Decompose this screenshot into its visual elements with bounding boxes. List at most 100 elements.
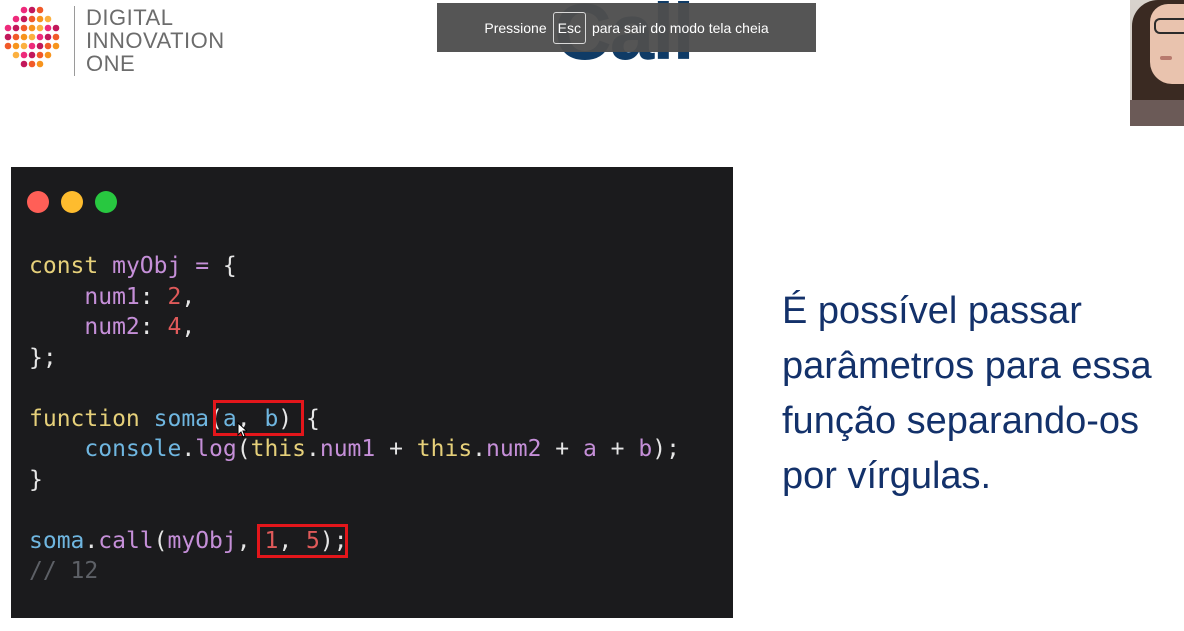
code-token: . (181, 436, 196, 462)
logo-line-1: DIGITAL (86, 5, 174, 30)
code-token: + (596, 436, 639, 462)
code-token: this (416, 436, 473, 462)
logo-dot (28, 15, 36, 23)
code-token: . (84, 527, 99, 554)
webcam-person-face (1150, 4, 1184, 84)
code-token: ( (153, 527, 168, 554)
code-token: ( (236, 436, 251, 462)
logo-dot (20, 51, 28, 59)
code-token: : (139, 283, 168, 310)
slide-description: É possível passar parâmetros para essa f… (782, 284, 1182, 504)
dio-logo-icon (4, 6, 60, 68)
esc-key-badge: Esc (552, 11, 586, 44)
logo-dot (36, 24, 44, 32)
logo-dot (36, 33, 44, 41)
logo-dot (20, 15, 28, 23)
code-line: // 12 (29, 556, 680, 587)
logo-dot (12, 24, 20, 32)
maximize-dot-icon (95, 191, 117, 213)
webcam-person-shirt (1130, 100, 1184, 126)
logo-divider (74, 6, 75, 76)
toast-text-before: Pressione (484, 19, 547, 36)
code-token: . (305, 436, 320, 462)
code-token: , (181, 314, 196, 340)
description-line-4: por vírgulas. (782, 455, 992, 497)
code-token: : (139, 314, 168, 340)
logo-dot (12, 33, 20, 41)
code-line: const myObj = { (29, 251, 680, 282)
logo-line-3: ONE (86, 51, 136, 76)
logo-dot (52, 24, 60, 32)
description-line-2: parâmetros para essa (782, 345, 1152, 387)
logo-dot (44, 24, 52, 32)
logo-dot (52, 42, 60, 50)
code-window: const myObj = { num1: 2, num2: 4,}; funct… (11, 167, 733, 618)
code-token: num2 (84, 314, 140, 340)
logo-dot (44, 51, 52, 59)
params-highlight-box (213, 400, 304, 436)
logo-dot (4, 33, 12, 41)
webcam-person-glasses (1154, 18, 1184, 34)
code-token: call (98, 527, 154, 554)
code-token: { (222, 253, 237, 279)
close-dot-icon (27, 191, 49, 213)
logo-dot (20, 33, 28, 41)
code-token: log (195, 436, 237, 462)
code-token: b (638, 436, 653, 462)
logo-dot (28, 33, 36, 41)
code-line: console.log(this.num1 + this.num2 + a + … (29, 434, 680, 465)
args-highlight-box (257, 524, 348, 558)
fullscreen-exit-toast: Pressione Esc para sair do modo tela che… (437, 3, 816, 52)
logo-dot (36, 60, 44, 68)
logo-dot (12, 51, 20, 59)
code-token: const (29, 253, 113, 279)
logo-line-2: INNOVATION (86, 28, 225, 53)
logo-dot (52, 33, 60, 41)
code-token: soma (29, 527, 85, 554)
code-token: myObj (112, 253, 196, 279)
description-line-3: função separando-os (782, 400, 1140, 442)
logo-dot (20, 24, 28, 32)
logo-dot (28, 42, 36, 50)
dio-logo: DIGITAL INNOVATION ONE (4, 4, 244, 76)
logo-dot (28, 51, 36, 59)
code-token: num1 (319, 436, 376, 462)
logo-dot (44, 42, 52, 50)
logo-dot (12, 42, 20, 50)
mouse-cursor-icon (237, 422, 247, 438)
code-token: + (375, 436, 417, 462)
logo-dot (36, 42, 44, 50)
logo-dot (4, 42, 12, 50)
code-token: myObj (167, 527, 237, 554)
logo-dot (12, 15, 20, 23)
code-token: this (250, 436, 306, 462)
webcam-video (1130, 0, 1184, 126)
code-token: } (29, 466, 43, 493)
code-token: }; (29, 344, 57, 371)
code-token: // 12 (29, 558, 99, 584)
code-token: soma (153, 405, 210, 432)
logo-dot (44, 15, 52, 23)
code-token: num2 (486, 436, 542, 462)
logo-dot (36, 51, 44, 59)
logo-dot (28, 24, 36, 32)
logo-dot (28, 6, 36, 14)
code-line: function soma(a, b) { (29, 404, 680, 435)
description-line-1: É possível passar (782, 290, 1082, 332)
code-token: a (582, 436, 597, 462)
code-line: num1: 2, (29, 282, 680, 313)
code-token: num1 (84, 283, 140, 310)
code-token: 2 (167, 283, 182, 310)
window-controls (27, 191, 117, 213)
code-line: }; (29, 343, 680, 374)
logo-dot (20, 60, 28, 68)
logo-dot (20, 42, 28, 50)
logo-dot (36, 15, 44, 23)
code-token: + (541, 436, 583, 462)
code-token: function (29, 405, 154, 432)
logo-dot (36, 6, 44, 14)
